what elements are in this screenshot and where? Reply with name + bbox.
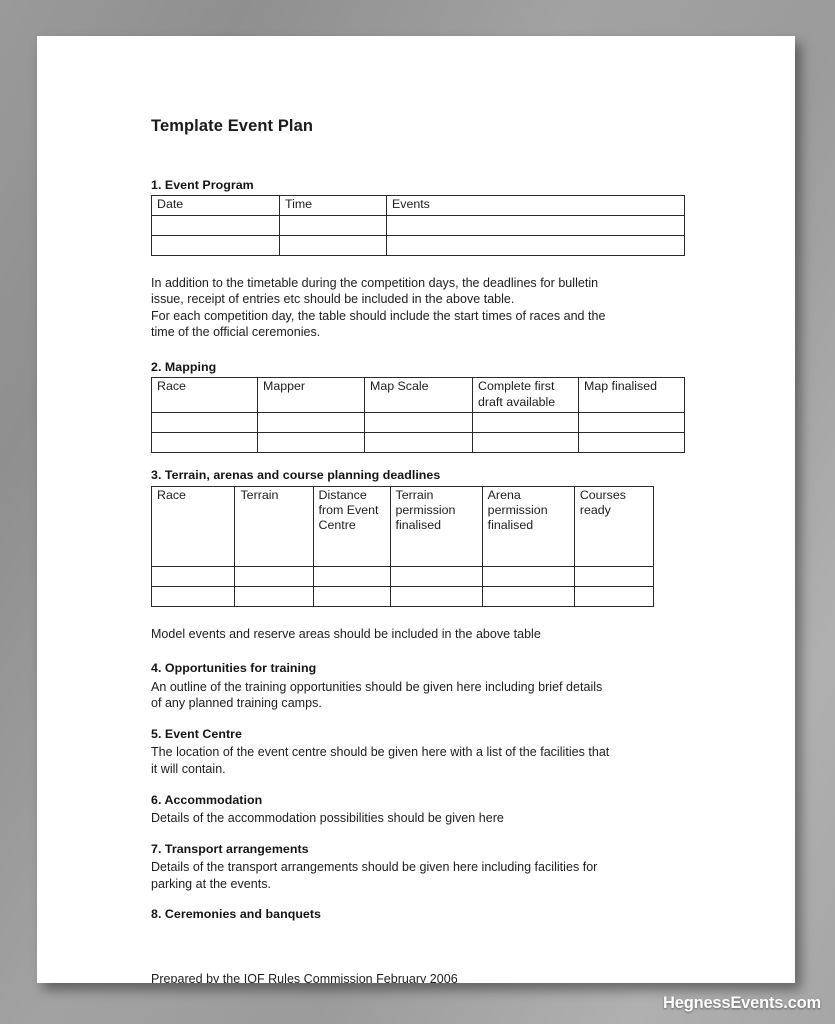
event-centre-body: The location of the event centre should … (151, 744, 697, 777)
table-header-row: Race Terrain Distance from Event Centre … (150, 485, 655, 567)
event-program-table: Date Time Events (151, 195, 685, 256)
body-line-1: The location of the event centre should … (151, 745, 610, 760)
table-row[interactable] (151, 214, 685, 236)
document-footer-note: Prepared by the IOF Rules Commission Feb… (151, 971, 458, 983)
table-row[interactable] (151, 432, 685, 454)
section-heading-event-program: 1. Event Program (151, 177, 254, 192)
cell-date[interactable] (151, 234, 280, 256)
opportunities-for-training-body: An outline of the training opportunities… (151, 679, 697, 712)
column-header-events: Events (386, 195, 685, 216)
note-line-4: time of the official ceremonies. (151, 325, 321, 340)
column-header-arena-permission-finalised: Arena permission finalised (481, 485, 575, 567)
note-line-1: In addition to the timetable during the … (151, 275, 599, 290)
section-heading-mapping: 2. Mapping (151, 359, 217, 374)
cell-events[interactable] (386, 214, 685, 236)
event-program-note: In addition to the timetable during the … (151, 275, 697, 341)
transport-arrangements-body: Details of the transport arrangements sh… (151, 859, 697, 892)
column-header-mapper: Mapper (257, 377, 365, 414)
cell-time[interactable] (279, 234, 387, 256)
column-header-courses-ready: Courses ready (573, 485, 655, 567)
document-page: Template Event Plan 1. Event Program Dat… (37, 36, 795, 983)
cell-arena-permission[interactable] (481, 565, 575, 587)
cell-courses-ready[interactable] (573, 565, 655, 587)
cell-complete-first-draft[interactable] (472, 412, 579, 434)
header-line-1: Complete first (478, 379, 555, 394)
column-header-race: Race (150, 485, 236, 567)
cell-map-scale[interactable] (364, 412, 473, 434)
cell-race[interactable] (150, 565, 236, 587)
section-heading-event-centre: 5. Event Centre (151, 726, 242, 741)
column-header-time: Time (279, 195, 387, 216)
body-line-1: Details of the transport arrangements sh… (151, 860, 598, 875)
cell-events[interactable] (386, 234, 685, 256)
header-line-2: draft available (478, 394, 556, 409)
accommodation-body: Details of the accommodation possibiliti… (151, 811, 504, 826)
cell-date[interactable] (151, 214, 280, 236)
body-line-2: it will contain. (151, 761, 226, 776)
cell-mapper[interactable] (257, 412, 365, 434)
terrain-course-planning-table: Race Terrain Distance from Event Centre … (150, 485, 655, 607)
note-line-3: For each competition day, the table shou… (151, 308, 606, 323)
column-header-date: Date (151, 195, 280, 216)
cell-terrain-permission[interactable] (389, 565, 483, 587)
section-heading-ceremonies-and-banquets: 8. Ceremonies and banquets (151, 907, 321, 922)
cell-map-scale[interactable] (364, 432, 473, 454)
cell-mapper[interactable] (257, 432, 365, 454)
section-heading-accommodation: 6. Accommodation (151, 792, 263, 807)
body-line-2: of any planned training camps. (151, 696, 322, 711)
cell-terrain-permission[interactable] (389, 585, 483, 607)
cell-map-finalised[interactable] (578, 412, 685, 434)
column-header-terrain-permission-finalised: Terrain permission finalised (389, 485, 483, 567)
document-body: Template Event Plan 1. Event Program Dat… (150, 117, 697, 983)
cell-race[interactable] (151, 412, 258, 434)
cell-race[interactable] (151, 432, 258, 454)
column-header-race: Race (151, 377, 258, 414)
column-header-terrain: Terrain (234, 485, 314, 567)
table-row[interactable] (150, 585, 655, 607)
section-heading-opportunities-for-training: 4. Opportunities for training (151, 661, 317, 676)
section-heading-transport-arrangements: 7. Transport arrangements (151, 841, 309, 856)
cell-arena-permission[interactable] (481, 585, 575, 607)
column-header-complete-first-draft: Complete first draft available (472, 377, 579, 414)
cell-distance[interactable] (312, 565, 391, 587)
cell-complete-first-draft[interactable] (472, 432, 579, 454)
section-heading-terrain: 3. Terrain, arenas and course planning d… (151, 468, 441, 483)
cell-courses-ready[interactable] (573, 585, 655, 607)
cell-terrain[interactable] (234, 585, 314, 607)
cell-terrain[interactable] (234, 565, 314, 587)
page-title: Template Event Plan (151, 117, 314, 135)
table-header-row: Date Time Events (151, 195, 685, 216)
table-row[interactable] (151, 234, 685, 256)
column-header-map-scale: Map Scale (364, 377, 473, 414)
cell-map-finalised[interactable] (578, 432, 685, 454)
cell-distance[interactable] (312, 585, 391, 607)
watermark: HegnessEvents.com (663, 994, 821, 1012)
body-line-2: parking at the events. (151, 876, 271, 891)
terrain-note: Model events and reserve areas should be… (151, 626, 541, 641)
table-row[interactable] (150, 565, 655, 587)
table-header-row: Race Mapper Map Scale Complete first draf… (151, 377, 685, 414)
table-row[interactable] (151, 412, 685, 434)
column-header-map-finalised: Map finalised (578, 377, 685, 414)
cell-race[interactable] (150, 585, 236, 607)
cell-time[interactable] (279, 214, 387, 236)
mapping-table: Race Mapper Map Scale Complete first draf… (151, 377, 685, 454)
column-header-distance-from-event-centre: Distance from Event Centre (312, 485, 391, 567)
body-line-1: An outline of the training opportunities… (151, 679, 603, 694)
note-line-2: issue, receipt of entries etc should be … (151, 292, 515, 307)
